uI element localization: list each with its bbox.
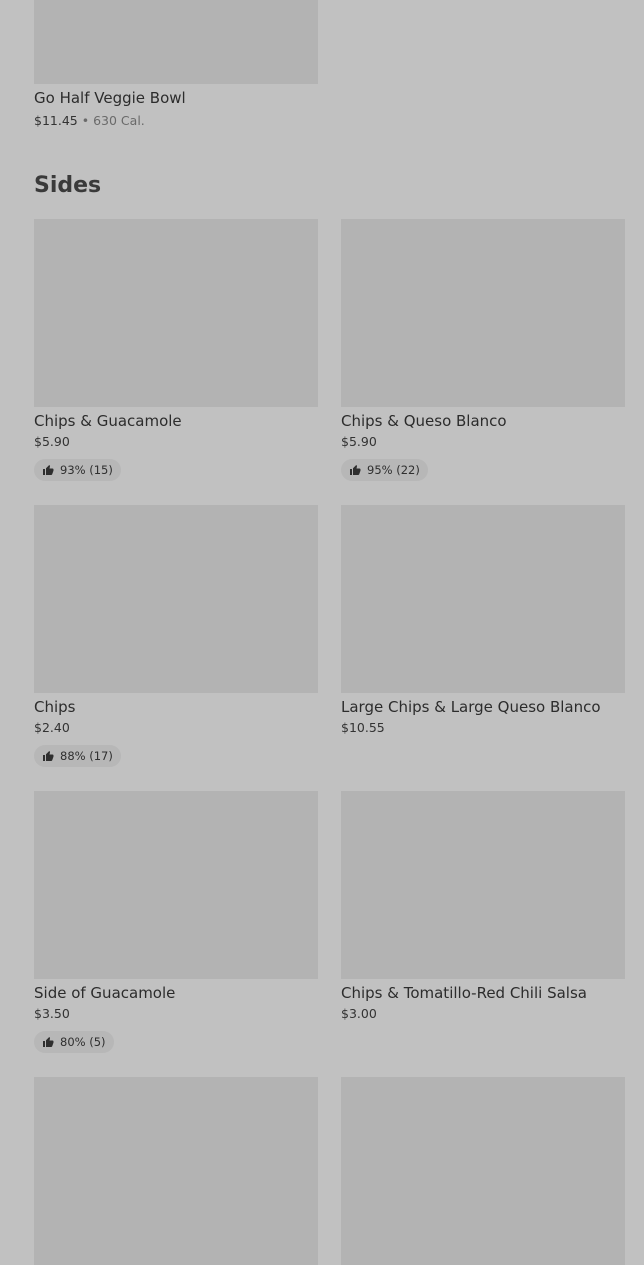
menu-item-image[interactable] (34, 1077, 318, 1265)
thumbs-up-icon (43, 465, 54, 475)
menu-item-price: $5.90 (341, 434, 377, 449)
menu-item-calories: 630 Cal. (93, 113, 145, 128)
menu-item-meta: $11.45 • 630 Cal. (34, 113, 318, 129)
menu-item-image[interactable] (34, 0, 318, 84)
menu-item-price: $3.50 (34, 1006, 70, 1021)
menu-item-card[interactable]: Chips & Guacamole $5.90 93% (15) (34, 219, 318, 481)
menu-item-image[interactable] (341, 791, 625, 979)
menu-item-image[interactable] (34, 219, 318, 407)
menu-item-card[interactable]: Chips $2.40 88% (17) (34, 505, 318, 767)
menu-item-name: Side of Guacamole (34, 984, 176, 1002)
thumbs-up-icon (43, 751, 54, 761)
meta-separator: • (81, 113, 90, 128)
menu-item-price: $5.90 (34, 434, 70, 449)
menu-item-price: $10.55 (341, 720, 385, 735)
menu-item-image[interactable] (34, 791, 318, 979)
menu-item-name: Large Chips & Large Queso Blanco (341, 698, 601, 716)
rating-badge: 95% (22) (341, 459, 428, 481)
section-title: Sides (34, 173, 102, 198)
menu-item-card[interactable]: Chips & Queso Blanco $5.90 95% (22) (341, 219, 625, 481)
menu-item-card[interactable]: Side of Guacamole $3.50 80% (5) (34, 791, 318, 1053)
menu-item-image[interactable] (341, 1077, 625, 1265)
menu-item-name: Go Half Veggie Bowl (34, 89, 186, 107)
menu-item-image[interactable] (341, 219, 625, 407)
menu-item-name: Chips & Guacamole (34, 412, 182, 430)
thumbs-up-icon (350, 465, 361, 475)
rating-text: 93% (15) (60, 463, 113, 477)
rating-badge: 88% (17) (34, 745, 121, 767)
rating-badge: 80% (5) (34, 1031, 114, 1053)
menu-item-price: $2.40 (34, 720, 70, 735)
rating-text: 80% (5) (60, 1035, 106, 1049)
menu-item-price: $3.00 (341, 1006, 377, 1021)
menu-item-card[interactable] (341, 1077, 625, 1265)
menu-item-image[interactable] (34, 505, 318, 693)
menu-item-card[interactable]: Go Half Veggie Bowl $11.45 • 630 Cal. (34, 0, 318, 129)
menu-item-name: Chips (34, 698, 76, 716)
menu-item-name: Chips & Queso Blanco (341, 412, 507, 430)
menu-item-name: Chips & Tomatillo-Red Chili Salsa (341, 984, 587, 1002)
rating-text: 95% (22) (367, 463, 420, 477)
menu-item-price: $11.45 (34, 113, 78, 128)
menu-item-card[interactable]: Large Chips & Large Queso Blanco $10.55 (341, 505, 625, 736)
rating-badge: 93% (15) (34, 459, 121, 481)
thumbs-up-icon (43, 1037, 54, 1047)
menu-item-image[interactable] (341, 505, 625, 693)
menu-item-card[interactable] (34, 1077, 318, 1265)
menu-item-card[interactable]: Chips & Tomatillo-Red Chili Salsa $3.00 (341, 791, 625, 1022)
rating-text: 88% (17) (60, 749, 113, 763)
